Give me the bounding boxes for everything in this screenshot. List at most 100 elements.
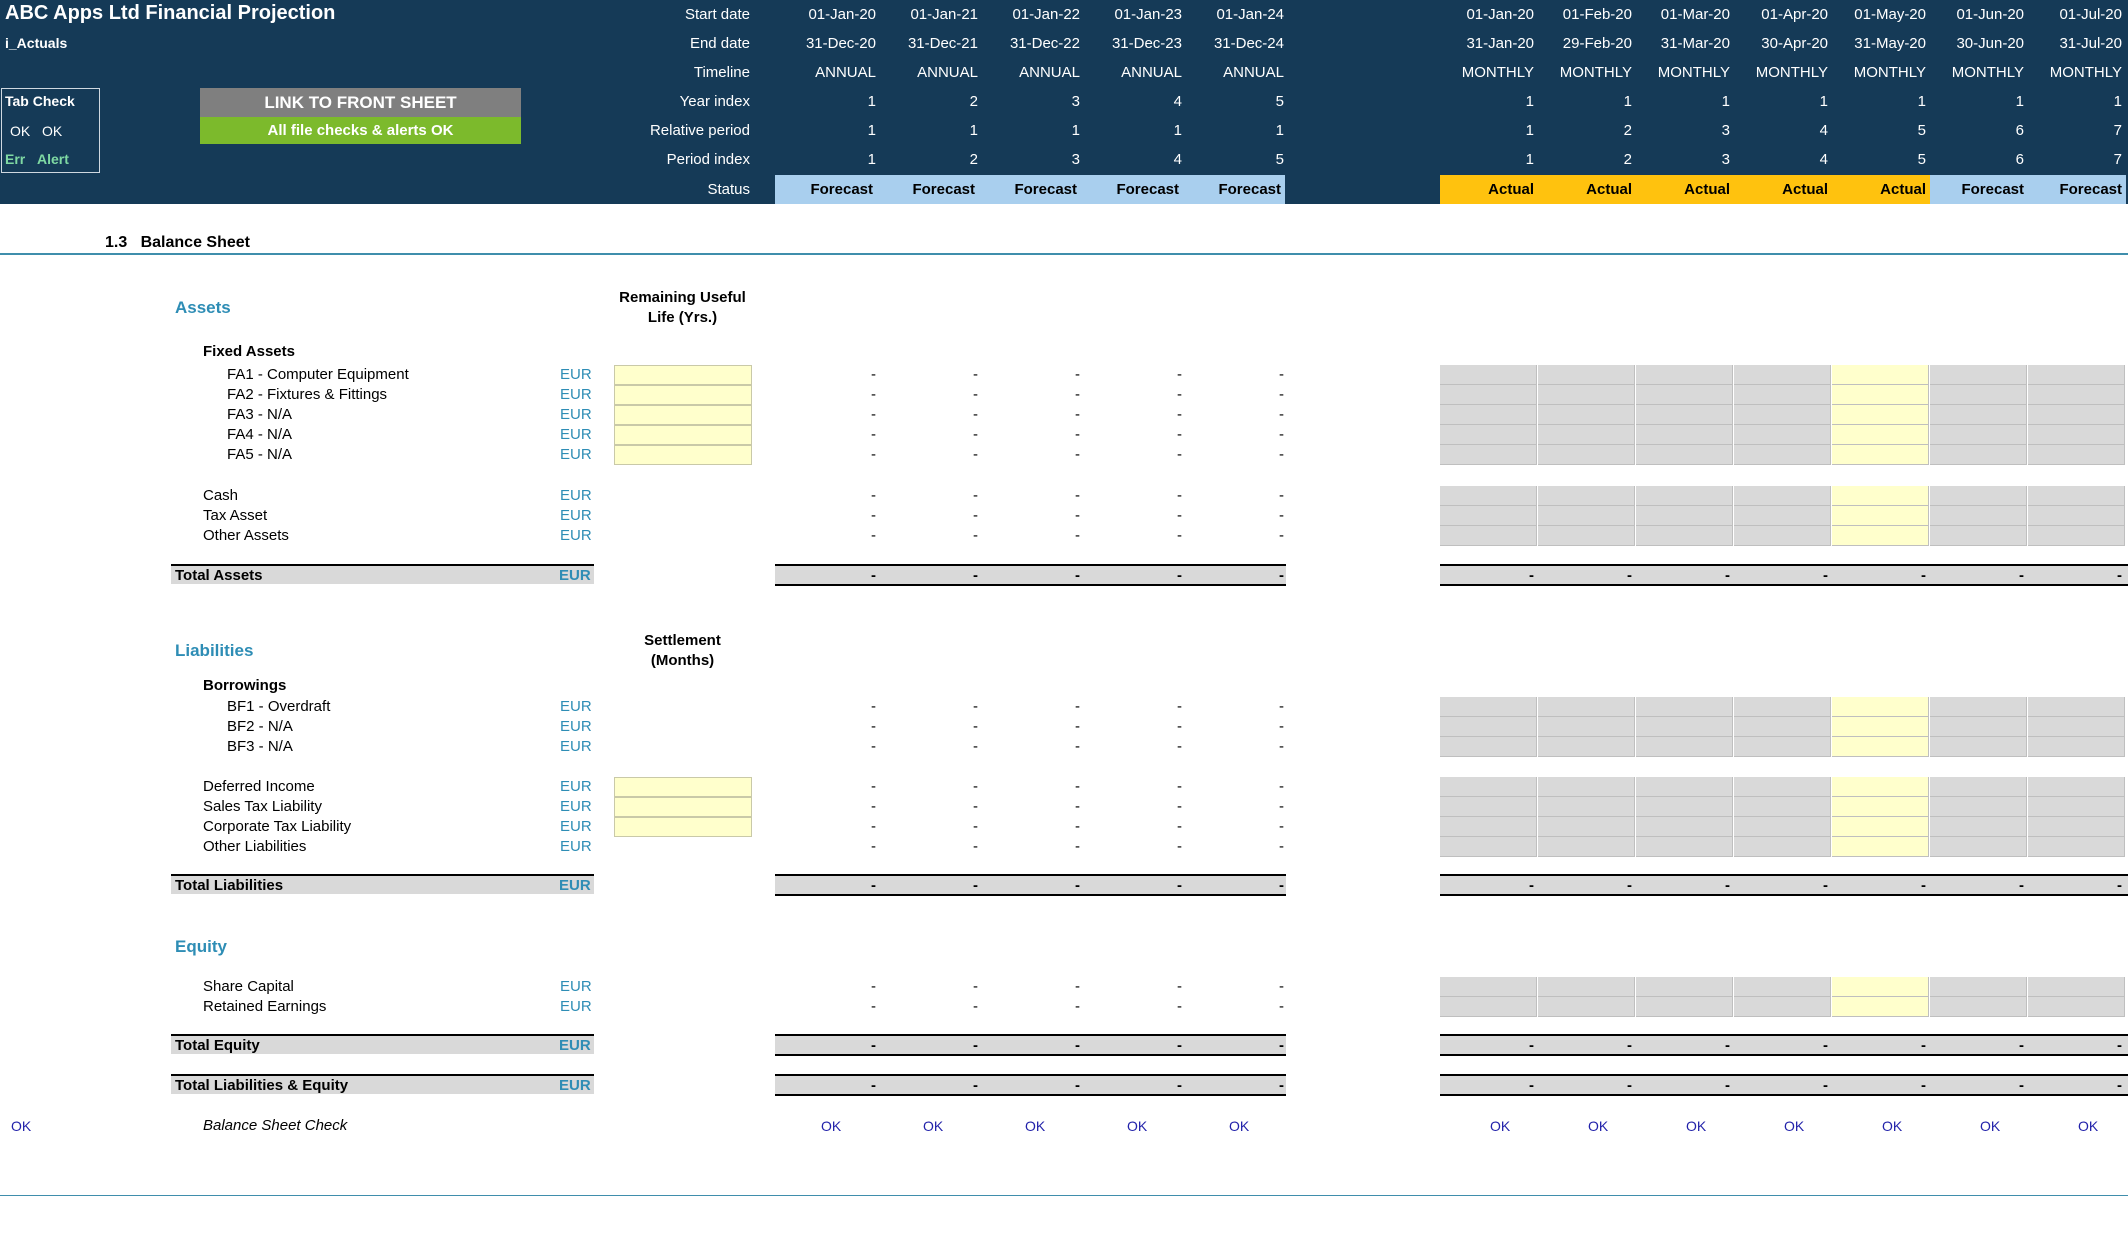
monthly-input-cell[interactable] xyxy=(1930,445,2027,465)
monthly-input-cell[interactable] xyxy=(1832,697,1929,717)
monthly-input-cell[interactable] xyxy=(1734,486,1831,506)
monthly-input-cell[interactable] xyxy=(2028,425,2125,445)
monthly-input-cell[interactable] xyxy=(2028,977,2125,997)
monthly-input-cell[interactable] xyxy=(2028,777,2125,797)
monthly-input-cell[interactable] xyxy=(1440,797,1537,817)
monthly-input-cell[interactable] xyxy=(1636,697,1733,717)
monthly-input-cell[interactable] xyxy=(1832,817,1929,837)
monthly-input-cell[interactable] xyxy=(1440,445,1537,465)
assumption-input-cell[interactable] xyxy=(614,817,752,837)
monthly-input-cell[interactable] xyxy=(1832,737,1929,757)
monthly-input-cell[interactable] xyxy=(1832,717,1929,737)
monthly-input-cell[interactable] xyxy=(2028,797,2125,817)
monthly-input-cell[interactable] xyxy=(1734,697,1831,717)
monthly-input-cell[interactable] xyxy=(1636,405,1733,425)
monthly-input-cell[interactable] xyxy=(2028,526,2125,546)
monthly-input-cell[interactable] xyxy=(1930,425,2027,445)
monthly-input-cell[interactable] xyxy=(1538,365,1635,385)
monthly-input-cell[interactable] xyxy=(1636,817,1733,837)
monthly-input-cell[interactable] xyxy=(1636,837,1733,857)
monthly-input-cell[interactable] xyxy=(2028,385,2125,405)
assumption-input-cell[interactable] xyxy=(614,385,752,405)
monthly-input-cell[interactable] xyxy=(1538,837,1635,857)
monthly-input-cell[interactable] xyxy=(1930,526,2027,546)
monthly-input-cell[interactable] xyxy=(1930,486,2027,506)
monthly-input-cell[interactable] xyxy=(1930,977,2027,997)
monthly-input-cell[interactable] xyxy=(1440,977,1537,997)
monthly-input-cell[interactable] xyxy=(1538,697,1635,717)
monthly-input-cell[interactable] xyxy=(1636,486,1733,506)
assumption-input-cell[interactable] xyxy=(614,405,752,425)
monthly-input-cell[interactable] xyxy=(1930,385,2027,405)
monthly-input-cell[interactable] xyxy=(1832,977,1929,997)
monthly-input-cell[interactable] xyxy=(1930,817,2027,837)
monthly-input-cell[interactable] xyxy=(1636,385,1733,405)
assumption-input-cell[interactable] xyxy=(614,797,752,817)
assumption-input-cell[interactable] xyxy=(614,365,752,385)
monthly-input-cell[interactable] xyxy=(1734,405,1831,425)
monthly-input-cell[interactable] xyxy=(1930,777,2027,797)
monthly-input-cell[interactable] xyxy=(1832,425,1929,445)
monthly-input-cell[interactable] xyxy=(1636,717,1733,737)
monthly-input-cell[interactable] xyxy=(1930,797,2027,817)
monthly-input-cell[interactable] xyxy=(2028,737,2125,757)
monthly-input-cell[interactable] xyxy=(1832,486,1929,506)
link-to-front-sheet-button[interactable]: LINK TO FRONT SHEET xyxy=(200,88,521,117)
monthly-input-cell[interactable] xyxy=(2028,486,2125,506)
monthly-input-cell[interactable] xyxy=(1538,526,1635,546)
monthly-input-cell[interactable] xyxy=(1734,817,1831,837)
monthly-input-cell[interactable] xyxy=(1832,506,1929,526)
monthly-input-cell[interactable] xyxy=(1440,425,1537,445)
monthly-input-cell[interactable] xyxy=(1930,365,2027,385)
monthly-input-cell[interactable] xyxy=(2028,817,2125,837)
monthly-input-cell[interactable] xyxy=(2028,997,2125,1017)
assumption-input-cell[interactable] xyxy=(614,777,752,797)
monthly-input-cell[interactable] xyxy=(1832,385,1929,405)
monthly-input-cell[interactable] xyxy=(1636,526,1733,546)
monthly-input-cell[interactable] xyxy=(2028,405,2125,425)
monthly-input-cell[interactable] xyxy=(1538,717,1635,737)
monthly-input-cell[interactable] xyxy=(1636,797,1733,817)
assumption-input-cell[interactable] xyxy=(614,445,752,465)
monthly-input-cell[interactable] xyxy=(1734,717,1831,737)
monthly-input-cell[interactable] xyxy=(1440,817,1537,837)
monthly-input-cell[interactable] xyxy=(1440,837,1537,857)
monthly-input-cell[interactable] xyxy=(1636,777,1733,797)
monthly-input-cell[interactable] xyxy=(1636,425,1733,445)
monthly-input-cell[interactable] xyxy=(1930,837,2027,857)
monthly-input-cell[interactable] xyxy=(2028,445,2125,465)
monthly-input-cell[interactable] xyxy=(1636,445,1733,465)
monthly-input-cell[interactable] xyxy=(1538,777,1635,797)
monthly-input-cell[interactable] xyxy=(1538,506,1635,526)
monthly-input-cell[interactable] xyxy=(1636,506,1733,526)
monthly-input-cell[interactable] xyxy=(1440,365,1537,385)
monthly-input-cell[interactable] xyxy=(1734,365,1831,385)
monthly-input-cell[interactable] xyxy=(2028,365,2125,385)
monthly-input-cell[interactable] xyxy=(1734,385,1831,405)
monthly-input-cell[interactable] xyxy=(1538,405,1635,425)
monthly-input-cell[interactable] xyxy=(1832,405,1929,425)
monthly-input-cell[interactable] xyxy=(1440,526,1537,546)
monthly-input-cell[interactable] xyxy=(1734,425,1831,445)
monthly-input-cell[interactable] xyxy=(1734,737,1831,757)
monthly-input-cell[interactable] xyxy=(2028,837,2125,857)
monthly-input-cell[interactable] xyxy=(2028,506,2125,526)
monthly-input-cell[interactable] xyxy=(1930,997,2027,1017)
monthly-input-cell[interactable] xyxy=(1734,797,1831,817)
monthly-input-cell[interactable] xyxy=(1440,385,1537,405)
monthly-input-cell[interactable] xyxy=(1930,405,2027,425)
monthly-input-cell[interactable] xyxy=(1440,777,1537,797)
monthly-input-cell[interactable] xyxy=(1538,737,1635,757)
monthly-input-cell[interactable] xyxy=(1538,977,1635,997)
monthly-input-cell[interactable] xyxy=(1930,506,2027,526)
monthly-input-cell[interactable] xyxy=(1734,837,1831,857)
assumption-input-cell[interactable] xyxy=(614,425,752,445)
monthly-input-cell[interactable] xyxy=(1734,997,1831,1017)
monthly-input-cell[interactable] xyxy=(1636,997,1733,1017)
monthly-input-cell[interactable] xyxy=(1930,697,2027,717)
monthly-input-cell[interactable] xyxy=(1636,977,1733,997)
monthly-input-cell[interactable] xyxy=(1440,506,1537,526)
monthly-input-cell[interactable] xyxy=(1930,717,2027,737)
monthly-input-cell[interactable] xyxy=(1538,997,1635,1017)
monthly-input-cell[interactable] xyxy=(1636,365,1733,385)
